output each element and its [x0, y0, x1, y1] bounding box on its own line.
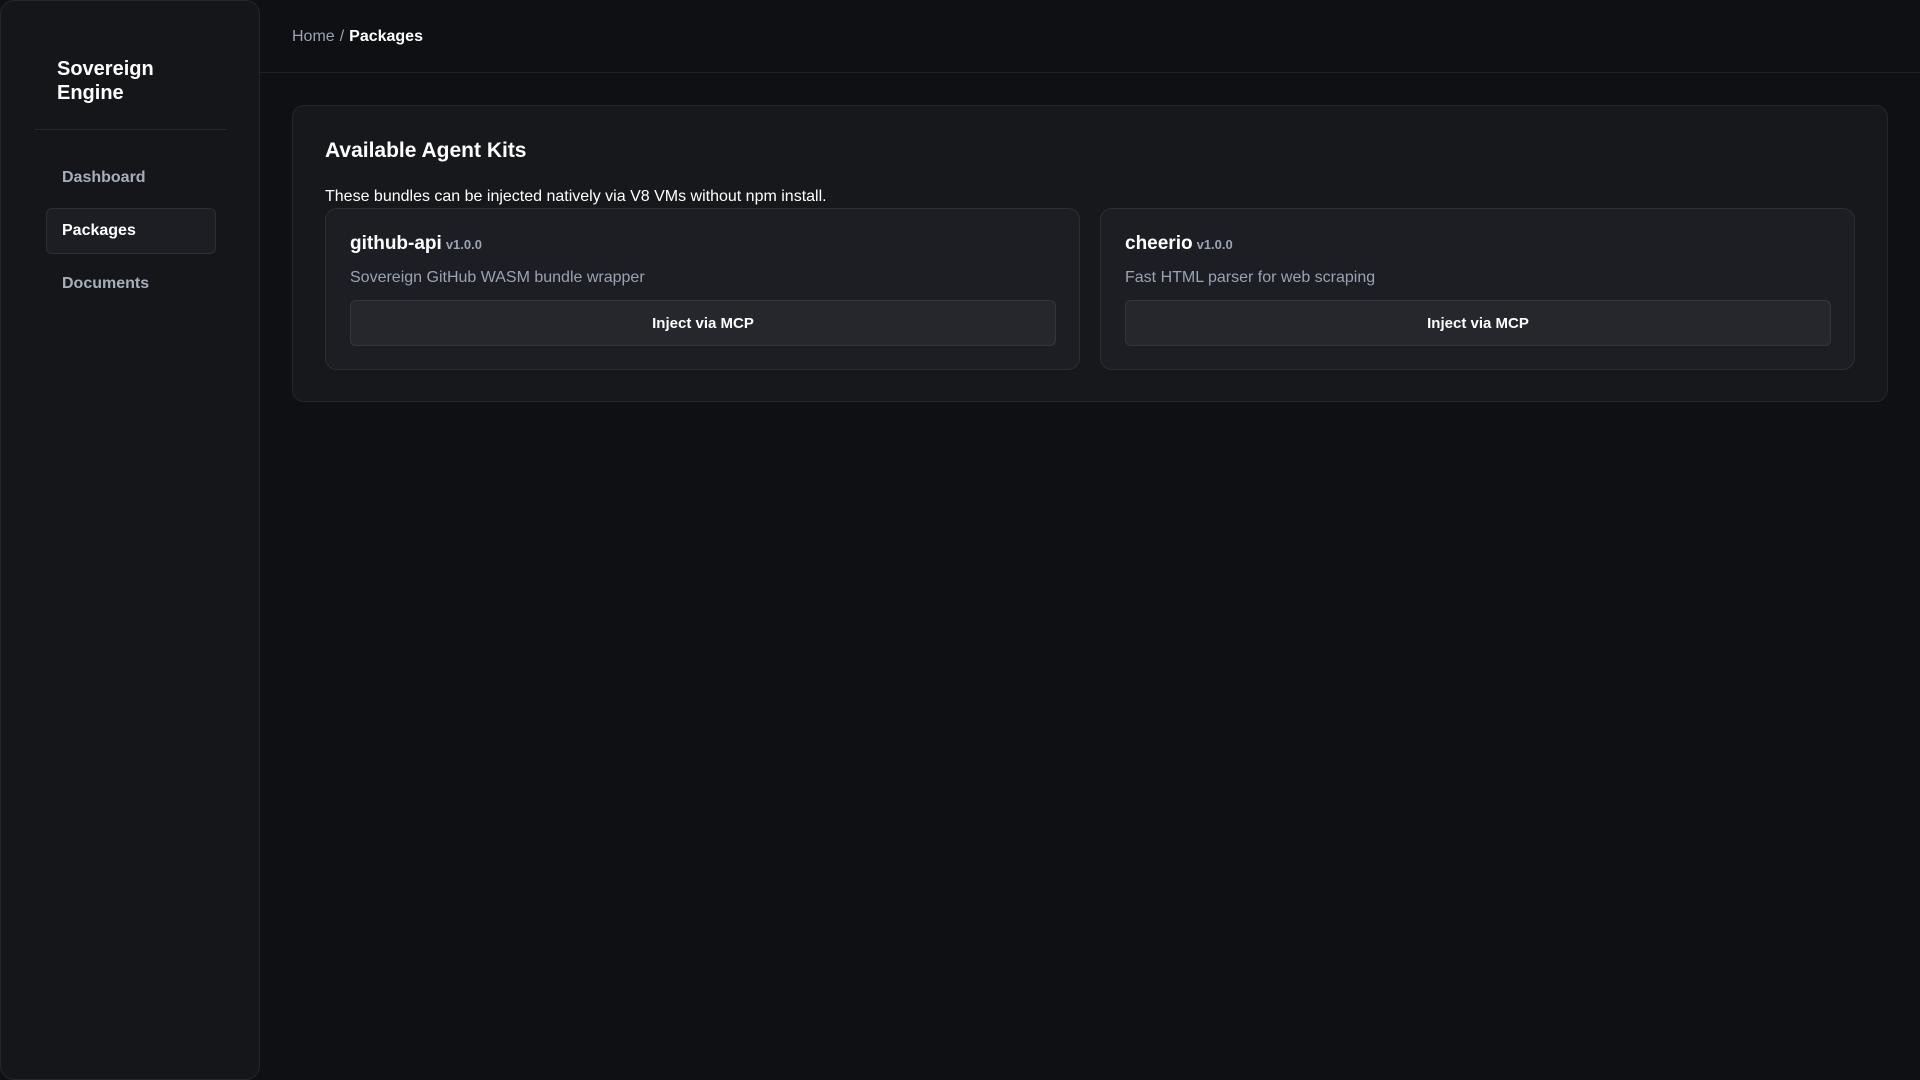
brand-title: Sovereign Engine [57, 58, 154, 104]
sidebar-nav: Dashboard Packages Documents [46, 155, 216, 314]
sidebar-item-dashboard[interactable]: Dashboard [46, 155, 216, 201]
sidebar-divider [35, 129, 227, 130]
package-name: github-api [350, 233, 442, 254]
package-card-github-api: github-api v1.0.0 Sovereign GitHub WASM b… [325, 208, 1080, 370]
page-description: These bundles can be injected natively v… [325, 188, 827, 205]
package-name: cheerio [1125, 233, 1193, 254]
breadcrumb-home-link[interactable]: Home [292, 28, 335, 45]
package-description: Fast HTML parser for web scraping [1125, 269, 1376, 286]
breadcrumb-current: Packages [349, 28, 423, 45]
agent-kits-panel: Available Agent Kits These bundles can b… [292, 105, 1888, 402]
inject-button-cheerio[interactable]: Inject via MCP [1125, 300, 1831, 346]
sidebar-item-documents[interactable]: Documents [46, 261, 216, 307]
package-name-line: cheerio v1.0.0 [1125, 233, 1233, 255]
sidebar: Sovereign Engine Dashboard Packages Docu… [0, 0, 260, 1080]
package-name-line: github-api v1.0.0 [350, 233, 482, 255]
package-description: Sovereign GitHub WASM bundle wrapper [350, 269, 645, 286]
breadcrumb: Home / Packages [292, 27, 423, 47]
package-version: v1.0.0 [445, 237, 482, 252]
breadcrumb-separator: / [339, 28, 345, 45]
package-version: v1.0.0 [1196, 237, 1233, 252]
page-title: Available Agent Kits [325, 139, 527, 162]
inject-button-github-api[interactable]: Inject via MCP [350, 300, 1056, 346]
app-root: Sovereign Engine Dashboard Packages Docu… [0, 0, 1920, 1080]
package-card-cheerio: cheerio v1.0.0 Fast HTML parser for web s… [1100, 208, 1855, 370]
sidebar-item-packages[interactable]: Packages [46, 208, 216, 254]
top-header: Home / Packages [260, 0, 1920, 73]
